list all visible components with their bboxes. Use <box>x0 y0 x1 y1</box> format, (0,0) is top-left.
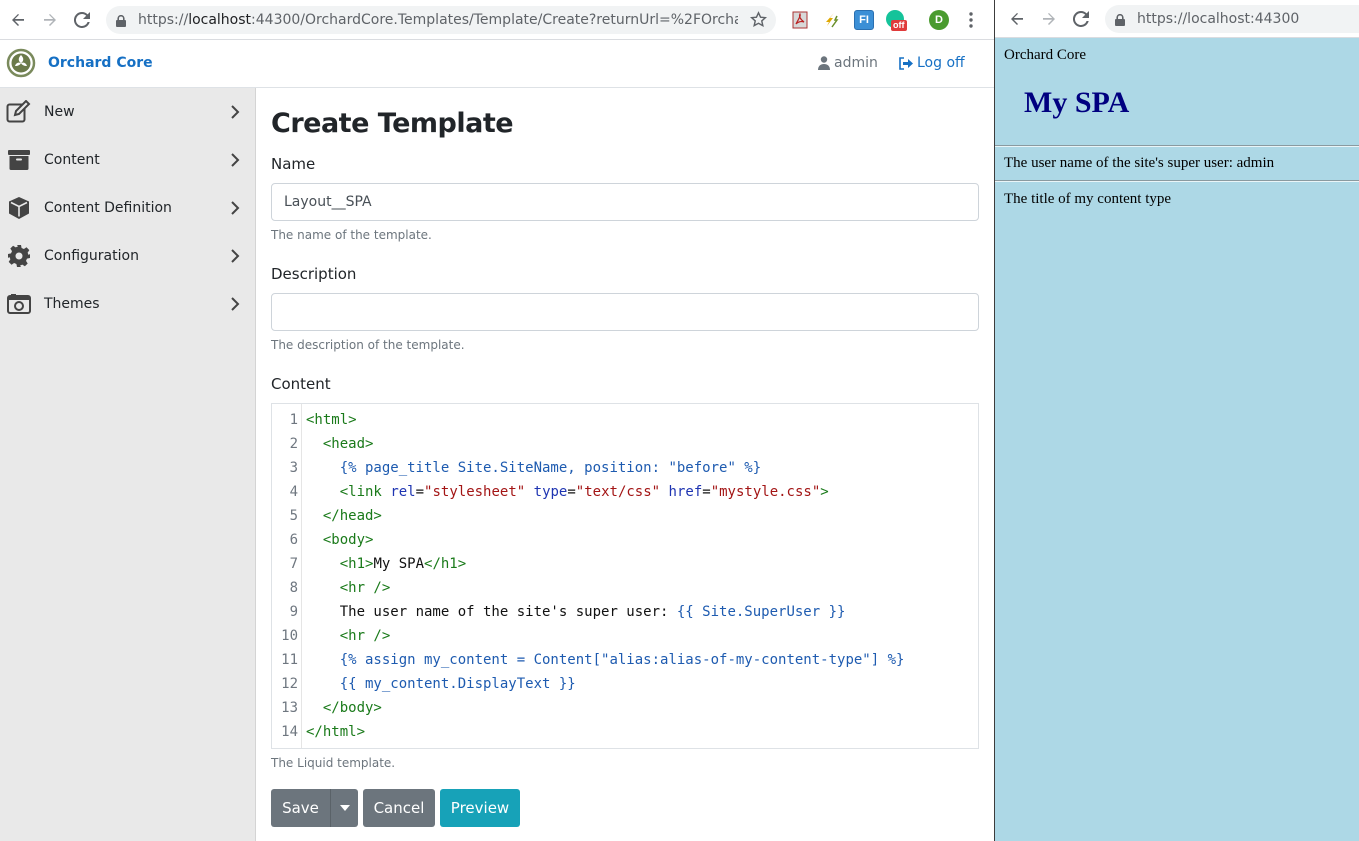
sidebar-item-content-definition[interactable]: Content Definition <box>0 184 256 232</box>
chevron-right-icon <box>231 201 240 215</box>
caret-down-icon <box>339 805 350 811</box>
lock-icon <box>116 14 126 32</box>
code-line: 10 <hr /> <box>281 628 391 644</box>
back-icon[interactable] <box>6 8 30 32</box>
content-hint: The Liquid template. <box>271 756 396 770</box>
cube-icon <box>6 195 32 221</box>
sidebar-item-label: Configuration <box>44 248 139 264</box>
preview-browser-window: https://localhost:44300 Orchard Core My … <box>994 0 1359 841</box>
code-line: 3 {% page_title Site.SiteName, position:… <box>289 460 762 476</box>
preview-address-bar[interactable]: https://localhost:44300 <box>1105 5 1359 33</box>
browser-menu-icon[interactable] <box>962 10 980 30</box>
gear-icon <box>6 243 32 269</box>
code-line: 6 <body> <box>289 532 374 548</box>
name-input[interactable]: Layout__SPA <box>271 183 979 221</box>
url-rest: :44300/OrchardCore.Templates/Template/Cr… <box>251 12 738 28</box>
logoff-label: Log off <box>917 55 965 71</box>
preview-page: Orchard Core My SPA The user name of the… <box>995 38 1359 841</box>
browser-toolbar: https://localhost:44300/OrchardCore.Temp… <box>0 0 994 40</box>
lightning-extension-icon[interactable] <box>822 10 842 30</box>
admin-browser-window: https://localhost:44300/OrchardCore.Temp… <box>0 0 994 841</box>
sidebar-item-themes[interactable]: Themes <box>0 280 256 328</box>
chevron-right-icon <box>231 297 240 311</box>
code-line: 11 {% assign my_content = Content["alias… <box>281 652 905 668</box>
preview-divider <box>995 145 1359 147</box>
url-prefix: https:// <box>138 12 189 28</box>
code-line: 2 <head> <box>289 436 374 452</box>
code-line: 4 <link rel="stylesheet" type="text/css"… <box>289 484 829 500</box>
description-label: Description <box>271 265 357 283</box>
pdf-extension-icon[interactable] <box>790 10 810 30</box>
sidebar-item-configuration[interactable]: Configuration <box>0 232 256 280</box>
lock-icon <box>1115 13 1125 31</box>
sidebar-item-label: Content Definition <box>44 200 172 216</box>
preview-heading: My SPA <box>1024 86 1130 119</box>
logoff-link[interactable]: Log off <box>899 55 965 71</box>
save-dropdown-toggle[interactable] <box>330 789 358 827</box>
code-line: 7 <h1>My SPA</h1> <box>289 556 467 572</box>
admin-sidebar: New Content Content Definition Configura… <box>0 88 256 841</box>
edit-icon <box>6 99 32 125</box>
preview-browser-toolbar: https://localhost:44300 <box>995 0 1359 38</box>
bookmark-star-icon[interactable] <box>749 11 768 33</box>
code-line: 13 </body> <box>281 700 382 716</box>
liquid-code-editor[interactable]: 1 <html> 2 <head> 3 {% page_title Site.Si… <box>271 403 979 749</box>
forward-icon[interactable] <box>38 8 62 32</box>
sidebar-item-content[interactable]: Content <box>0 136 256 184</box>
content-label: Content <box>271 375 331 393</box>
forward-icon[interactable] <box>1037 7 1061 31</box>
code-line: 9 The user name of the site's super user… <box>289 604 846 620</box>
sidebar-item-new[interactable]: New <box>0 88 256 136</box>
chevron-right-icon <box>231 105 240 119</box>
cancel-button[interactable]: Cancel <box>363 789 435 827</box>
chevron-right-icon <box>231 249 240 263</box>
brand-link[interactable]: Orchard Core <box>48 55 153 71</box>
user-icon <box>818 56 830 70</box>
code-line: 12 {{ my_content.DisplayText }} <box>281 676 576 692</box>
chevron-right-icon <box>231 153 240 167</box>
preview-super-user-line: The user name of the site's super user: … <box>1004 155 1275 171</box>
page-title: Create Template <box>271 108 514 139</box>
back-icon[interactable] <box>1005 7 1029 31</box>
url-text: https://localhost:44300/OrchardCore.Temp… <box>138 12 738 28</box>
camera-icon <box>6 291 32 317</box>
top-navbar: Orchard Core admin Log off <box>0 40 994 88</box>
reload-icon[interactable] <box>70 8 94 32</box>
orchard-logo-icon[interactable] <box>6 48 36 78</box>
name-label: Name <box>271 155 316 173</box>
address-bar[interactable]: https://localhost:44300/OrchardCore.Temp… <box>106 6 776 34</box>
code-line: 5 </head> <box>289 508 382 524</box>
preview-content-title: The title of my content type <box>1004 191 1172 207</box>
preview-site-name: Orchard Core <box>1004 47 1087 63</box>
archive-icon <box>6 147 32 173</box>
fi-extension-icon[interactable]: FI <box>854 10 874 30</box>
preview-url-text: https://localhost:44300 <box>1137 11 1300 27</box>
preview-divider <box>995 180 1359 182</box>
sidebar-item-label: New <box>44 104 75 120</box>
reload-icon[interactable] <box>1069 7 1093 31</box>
user-menu[interactable]: admin <box>818 55 878 71</box>
grammarly-off-badge: off <box>891 20 907 31</box>
url-host: localhost <box>188 12 252 28</box>
name-hint: The name of the template. <box>271 228 432 242</box>
sidebar-item-label: Themes <box>44 296 100 312</box>
grammarly-extension-icon[interactable]: off <box>886 10 908 31</box>
save-button[interactable]: Save <box>271 789 330 827</box>
code-line: 14 </html> <box>281 724 366 740</box>
code-line: 8 <hr /> <box>289 580 391 596</box>
description-input[interactable] <box>271 293 979 331</box>
preview-button[interactable]: Preview <box>440 789 520 827</box>
username-label: admin <box>834 55 878 71</box>
profile-avatar[interactable]: D <box>929 10 949 30</box>
sign-out-icon <box>899 56 913 70</box>
code-line: 1 <html> <box>289 412 357 428</box>
description-hint: The description of the template. <box>271 338 465 352</box>
sidebar-item-label: Content <box>44 152 100 168</box>
